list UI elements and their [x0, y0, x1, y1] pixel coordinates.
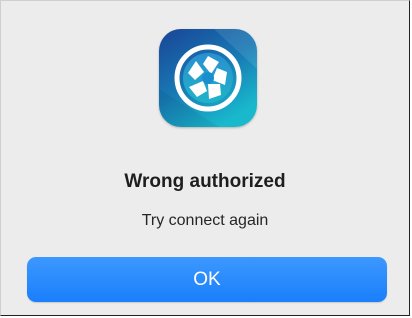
alert-dialog: Wrong authorized Try connect again OK [0, 0, 410, 316]
camera-aperture-icon [159, 29, 257, 127]
dialog-message: Try connect again [141, 212, 269, 229]
dialog-title: Wrong authorized [124, 171, 286, 192]
ok-button[interactable]: OK [27, 257, 387, 302]
